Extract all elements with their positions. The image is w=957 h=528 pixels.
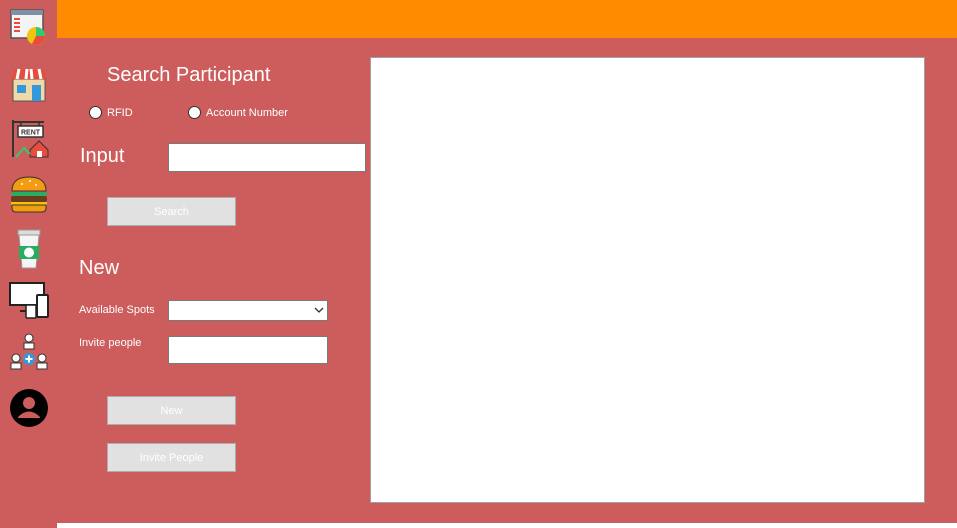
bottom-edge [57, 523, 957, 528]
search-participant-heading: Search Participant [107, 64, 271, 86]
available-spots-label: Available Spots [79, 304, 155, 316]
nav-store[interactable] [8, 63, 50, 105]
rent-sign-icon: RENT [12, 120, 49, 158]
invite-people-button[interactable]: Invite People [107, 443, 236, 472]
radio-account-number[interactable]: Account Number [188, 106, 288, 119]
radio-rfid-label: RFID [107, 106, 133, 119]
sidebar: RENT [0, 0, 57, 528]
nav-team[interactable] [8, 332, 50, 374]
coffee-cup-icon [17, 229, 41, 269]
invite-people-input[interactable] [168, 336, 328, 364]
invite-people-label: Invite people [79, 337, 142, 349]
input-label: Input [80, 145, 125, 167]
radio-account-number-label: Account Number [206, 106, 288, 119]
team-add-icon [10, 333, 48, 370]
store-icon [11, 68, 47, 102]
results-panel [370, 57, 925, 503]
nav-rent[interactable]: RENT [8, 117, 50, 159]
chevron-down-icon [314, 307, 324, 313]
dashboard-chart-icon [10, 9, 45, 45]
available-spots-dropdown[interactable] [168, 300, 328, 321]
radio-button[interactable] [188, 106, 201, 119]
devices-icon [9, 282, 49, 319]
radio-rfid[interactable]: RFID [89, 106, 133, 119]
svg-text:RENT: RENT [21, 130, 41, 137]
nav-food[interactable] [8, 173, 50, 215]
user-profile-icon [10, 389, 48, 427]
nav-dashboard[interactable] [8, 6, 50, 48]
search-button[interactable]: Search [107, 197, 236, 226]
burger-icon [11, 176, 47, 213]
radio-button[interactable] [89, 106, 102, 119]
search-input[interactable] [168, 143, 366, 172]
nav-devices[interactable] [8, 279, 50, 321]
nav-profile[interactable] [8, 387, 50, 429]
new-heading: New [79, 257, 120, 279]
top-bar [57, 0, 957, 38]
nav-drinks[interactable] [8, 228, 50, 270]
new-button[interactable]: New [107, 396, 236, 425]
